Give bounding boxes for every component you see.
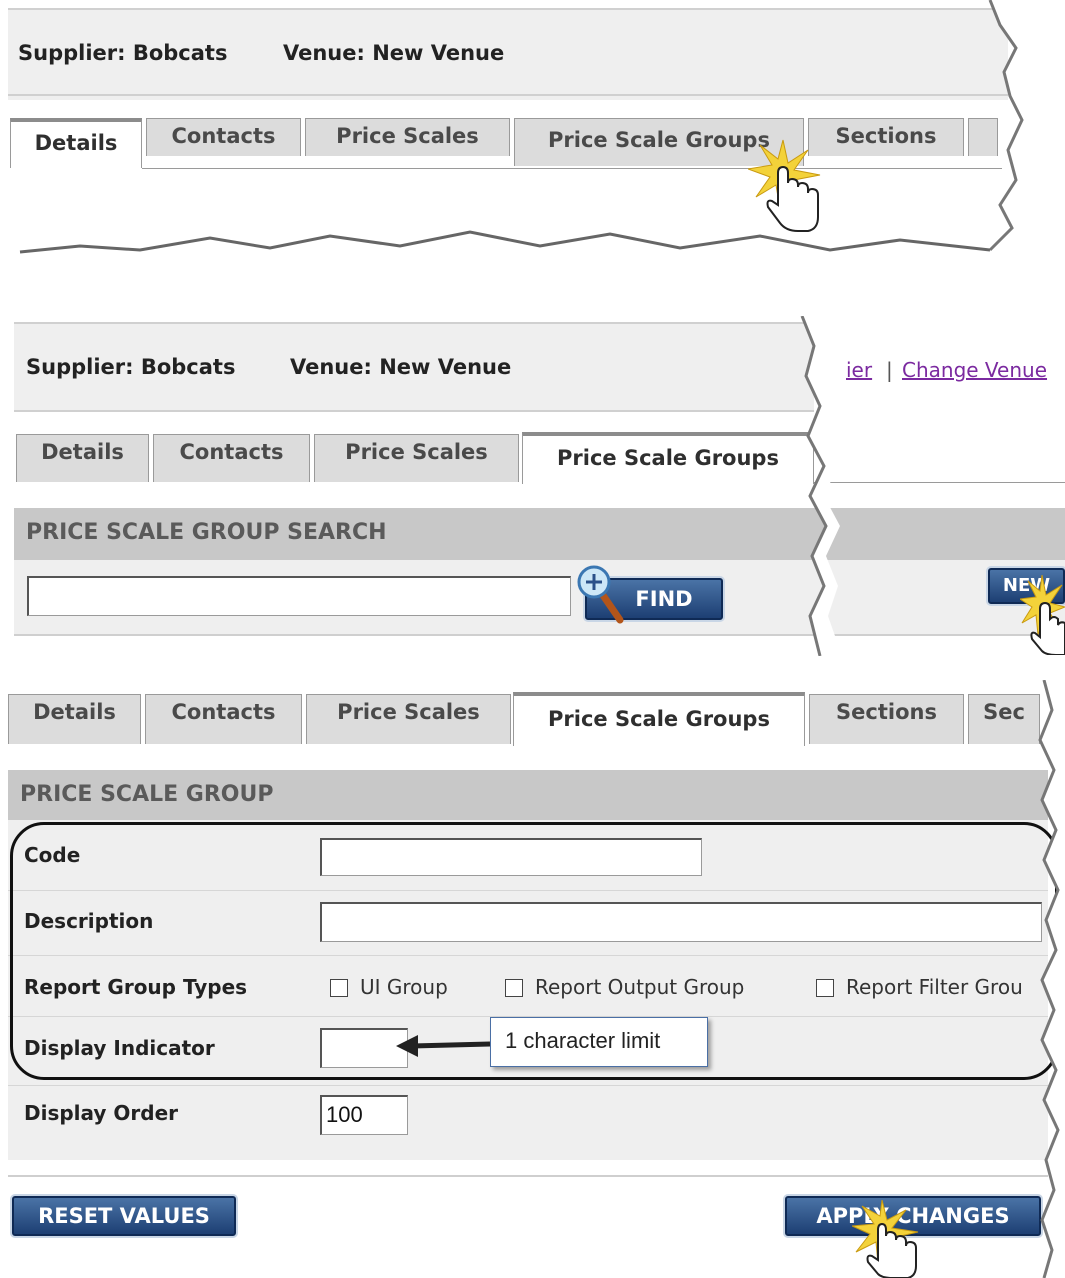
change-venue-link[interactable]: Change Venue [902, 358, 1047, 382]
torn-edge-1 [0, 0, 1065, 280]
tab-contacts-2[interactable]: Contacts [153, 434, 310, 482]
highlight-outline [10, 822, 1058, 1080]
search-input[interactable] [27, 576, 571, 616]
tab-price-scale-groups-3[interactable]: Price Scale Groups [513, 692, 805, 746]
link-separator: | [886, 358, 893, 382]
torn-edge-2 [800, 316, 842, 656]
venue-label-2: Venue: New Venue [290, 355, 512, 379]
tab-underline-2 [814, 482, 1065, 483]
tab-details-3[interactable]: Details [8, 694, 141, 744]
click-cursor-icon-3 [852, 1200, 919, 1278]
tab-price-scales-2[interactable]: Price Scales [314, 434, 519, 482]
tab-sections-3[interactable]: Sections [809, 694, 964, 744]
torn-edge-3 [1038, 680, 1065, 1278]
tab-price-scales-3[interactable]: Price Scales [306, 694, 511, 744]
supplier-label-2: Supplier: Bobcats [26, 355, 236, 379]
display-order-label: Display Order [24, 1101, 179, 1125]
find-label: FIND [635, 587, 693, 611]
search-section-title: PRICE SCALE GROUP SEARCH [14, 508, 1065, 560]
click-cursor-icon-2 [1020, 575, 1065, 655]
tab-contacts-3[interactable]: Contacts [145, 694, 302, 744]
tab-price-scale-groups-2[interactable]: Price Scale Groups [522, 432, 814, 484]
display-order-input[interactable]: 100 [320, 1095, 408, 1135]
display-order-value: 100 [326, 1102, 363, 1127]
click-cursor-icon [748, 139, 821, 232]
magnifier-plus-icon [577, 565, 624, 624]
form-section-title: PRICE SCALE GROUP [8, 770, 1048, 820]
tab-details-2[interactable]: Details [16, 434, 149, 482]
reset-values-button[interactable]: RESET VALUES [12, 1196, 236, 1236]
